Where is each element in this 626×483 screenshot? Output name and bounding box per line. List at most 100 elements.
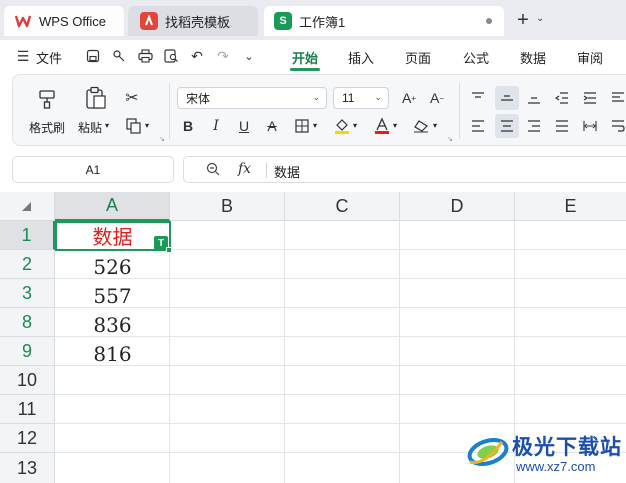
chevron-down-icon[interactable]: ⌄ (240, 47, 258, 65)
row-header[interactable]: 12 (0, 424, 55, 453)
active-menu-indicator (290, 68, 320, 71)
menu-formulas[interactable]: 公式 (463, 48, 489, 67)
tab-workbook[interactable]: S 工作簿1 (264, 6, 504, 36)
row-header[interactable]: 11 (0, 395, 55, 424)
chevron-down-icon[interactable]: ▾ (105, 121, 109, 130)
cell-a2[interactable]: 526 (55, 252, 170, 281)
fill-handle[interactable] (166, 247, 172, 253)
align-center-icon[interactable] (498, 115, 516, 137)
font-size-value: 11 (342, 91, 355, 105)
menu-data[interactable]: 数据 (520, 48, 546, 67)
font-name-value: 宋体 (186, 91, 211, 106)
unsaved-dot-icon[interactable] (486, 18, 492, 24)
share-icon[interactable] (110, 47, 128, 65)
formula-input-value[interactable]: 数据 (274, 162, 300, 181)
italic-icon[interactable]: I (207, 115, 225, 137)
row-header[interactable]: 1 (0, 221, 55, 250)
column-header-b[interactable]: B (170, 192, 285, 221)
column-header-d[interactable]: D (400, 192, 515, 221)
chevron-down-icon[interactable]: ▾ (433, 121, 437, 130)
select-all-icon (22, 202, 31, 211)
row-header[interactable]: 3 (0, 279, 55, 308)
cut-icon[interactable]: ✂ (121, 87, 143, 109)
tab-workbook-label: 工作簿1 (299, 14, 346, 30)
align-top-icon[interactable] (469, 87, 487, 109)
chevron-down-icon[interactable]: ⌄ (536, 13, 544, 24)
tab-wps-label: WPS Office (39, 13, 106, 29)
align-bottom-icon[interactable] (525, 87, 543, 109)
menu-page[interactable]: 页面 (405, 48, 431, 67)
grid-line (284, 221, 285, 483)
justify-icon[interactable] (553, 115, 571, 137)
underline-icon[interactable]: U (235, 115, 253, 137)
column-header-c[interactable]: C (285, 192, 400, 221)
watermark-logo-icon (462, 430, 510, 470)
ribbon-toolbar: 格式刷 粘贴 ▾ ✂ ▾ ↘ 宋体 ⌄ 11 ⌄ A + A − B I U A ▾… (12, 74, 626, 146)
font-color-icon[interactable] (373, 115, 391, 137)
borders-icon[interactable] (293, 115, 311, 137)
chevron-down-icon[interactable]: ▾ (313, 121, 317, 130)
cell-a8[interactable]: 836 (55, 310, 170, 339)
insert-function-icon[interactable]: fx (238, 161, 251, 177)
cell-a9[interactable]: 816 (55, 339, 170, 368)
row-header[interactable]: 10 (0, 366, 55, 395)
paste-icon[interactable] (83, 85, 109, 111)
column-header-a[interactable]: A (55, 192, 170, 221)
bold-icon[interactable]: B (179, 115, 197, 137)
font-name-select[interactable]: 宋体 ⌄ (177, 87, 327, 109)
font-expand-icon[interactable]: ↘ (447, 135, 453, 143)
decrease-font-size-icon[interactable]: A − (427, 87, 447, 109)
chevron-down-icon: ⌄ (312, 92, 320, 102)
menu-home[interactable]: 开始 (292, 48, 318, 67)
redo-icon[interactable]: ↷ (214, 47, 232, 65)
chevron-down-icon[interactable]: ▾ (353, 121, 357, 130)
column-header-e[interactable]: E (515, 192, 626, 221)
clipboard-expand-icon[interactable]: ↘ (159, 135, 165, 143)
chevron-down-icon: ⌄ (374, 92, 382, 102)
row-header[interactable]: 8 (0, 308, 55, 337)
chevron-down-icon[interactable]: ▾ (393, 121, 397, 130)
grid-line (55, 423, 626, 424)
align-right-icon[interactable] (525, 115, 543, 137)
formula-bar[interactable]: fx 数据 (183, 156, 626, 183)
watermark-url: www.xz7.com (516, 459, 596, 474)
format-painter-icon[interactable] (35, 87, 59, 111)
menu-review[interactable]: 审阅 (577, 48, 603, 67)
distributed-align-icon[interactable] (581, 115, 599, 137)
save-icon[interactable] (84, 47, 102, 65)
row-header[interactable]: 9 (0, 337, 55, 366)
text-direction-icon[interactable] (609, 87, 626, 109)
format-painter-label[interactable]: 格式刷 (29, 119, 65, 136)
name-box[interactable]: A1 (12, 156, 174, 183)
tab-template[interactable]: 找稻壳模板 (128, 6, 258, 36)
wps-logo-icon (14, 12, 32, 30)
align-middle-icon[interactable] (498, 87, 516, 109)
row-header[interactable]: 13 (0, 453, 55, 483)
print-preview-icon[interactable] (162, 47, 180, 65)
paste-label[interactable]: 粘贴 (78, 119, 102, 136)
ribbon-divider (169, 83, 170, 139)
cell-a3[interactable]: 557 (55, 281, 170, 310)
strikethrough-icon[interactable]: A (263, 115, 281, 137)
menu-file[interactable]: 文件 (36, 48, 62, 67)
clear-format-icon[interactable] (411, 115, 431, 137)
increase-font-size-icon[interactable]: A + (399, 87, 419, 109)
decrease-indent-icon[interactable] (553, 87, 571, 109)
fill-color-icon[interactable] (333, 115, 351, 137)
font-size-select[interactable]: 11 ⌄ (333, 87, 389, 109)
chevron-down-icon[interactable]: ▾ (145, 121, 149, 130)
zoom-icon[interactable] (206, 162, 220, 179)
hamburger-menu-icon[interactable]: ☰ (14, 47, 32, 65)
print-icon[interactable] (136, 47, 154, 65)
select-all-corner[interactable] (0, 192, 55, 221)
align-left-icon[interactable] (469, 115, 487, 137)
spreadsheet-icon: S (274, 12, 292, 30)
menu-insert[interactable]: 插入 (348, 48, 374, 67)
row-header[interactable]: 2 (0, 250, 55, 279)
wrap-text-icon[interactable] (609, 115, 626, 137)
new-tab-button[interactable]: + (512, 9, 534, 32)
copy-icon[interactable] (123, 115, 145, 137)
undo-icon[interactable]: ↶ (188, 47, 206, 65)
increase-indent-icon[interactable] (581, 87, 599, 109)
tab-wps-office[interactable]: WPS Office (4, 6, 124, 36)
